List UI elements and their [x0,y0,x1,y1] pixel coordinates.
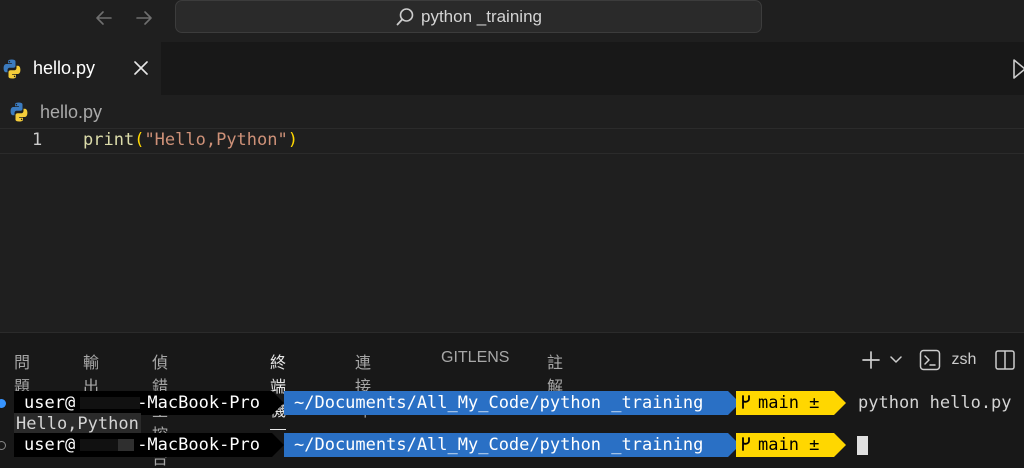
breadcrumb[interactable]: hello.py [8,101,102,123]
back-button[interactable] [91,5,117,31]
prompt-user-segment: user@ -MacBook-Pro [14,433,272,457]
tab-output[interactable]: 輸出 [83,349,99,397]
terminal-line[interactable]: user@ -MacBook-Pro ~/Documents/All_My_Cod… [0,433,1024,457]
terminal-icon [919,349,941,371]
terminal-cursor [857,436,868,455]
code-paren-close: ) [287,130,298,150]
split-terminal-button[interactable] [994,347,1016,373]
plus-icon [862,351,880,369]
command-success-icon [0,399,6,408]
prompt-separator-icon [272,391,284,415]
redacted-hostname [118,439,134,451]
git-branch-icon [742,395,750,409]
chevron-down-icon [890,356,902,363]
tab-hello-py[interactable]: hello.py [0,42,161,95]
python-icon [10,102,28,122]
tab-gitlens[interactable]: GITLENS [441,349,509,367]
git-branch-icon [742,437,750,451]
tab-comments[interactable]: 註解 [547,349,563,397]
code-function: print [83,130,135,150]
editor-area[interactable]: hello.py 1 print("Hello,Python") [0,95,1024,332]
prompt-separator-icon [272,433,284,457]
prompt-git-segment: main ± [736,433,834,457]
editor-tab-bar: hello.py [0,42,1024,95]
prompt-user-segment: user@ -MacBook-Pro [14,391,272,415]
arrow-left-icon [96,11,112,25]
close-tab-button[interactable] [130,57,152,79]
code-paren-open: ( [134,130,145,150]
prompt-git-segment: main ± [736,391,834,415]
title-bar: python _training [0,0,1024,42]
python-icon [3,59,21,78]
code-line[interactable]: 1 print("Hello,Python") [0,128,1024,154]
new-terminal-button[interactable] [860,347,882,373]
arrow-right-icon [136,11,152,25]
run-icon[interactable] [1012,58,1024,80]
search-text: python _training [421,6,542,26]
code-string: "Hello,Python" [144,130,288,150]
search-icon [395,7,415,27]
tab-problems[interactable]: 問題 [14,349,30,397]
terminal-output: Hello,Python [14,413,141,435]
prompt-path-segment: ~/Documents/All_My_Code/python _training [284,433,728,457]
shell-name[interactable]: zsh [948,347,980,373]
forward-button[interactable] [131,5,157,31]
command-idle-icon [0,441,6,450]
terminal-dropdown-button[interactable] [888,347,904,373]
terminal-command: python hello.py [858,393,1012,413]
prompt-separator-icon [834,433,846,457]
redacted-hostname [80,397,140,409]
redacted-hostname [80,439,118,451]
terminal-profile-button[interactable] [919,347,941,373]
line-number: 1 [32,130,43,150]
breadcrumb-file: hello.py [40,101,103,122]
split-panel-icon [995,350,1015,370]
terminal-line[interactable]: user@ -MacBook-Pro ~/Documents/All_My_Cod… [0,391,1024,415]
command-center-search[interactable]: python _training [175,0,762,33]
prompt-path-segment: ~/Documents/All_My_Code/python _training [284,391,728,415]
prompt-separator-icon [834,391,846,415]
close-icon [134,61,148,75]
code-text[interactable]: print("Hello,Python") [83,130,298,150]
tab-label: hello.py [33,58,96,78]
